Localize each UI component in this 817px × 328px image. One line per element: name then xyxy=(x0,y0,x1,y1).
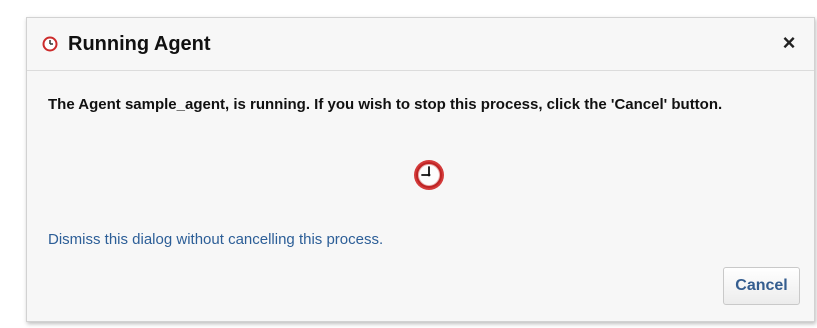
clock-icon xyxy=(411,157,447,193)
dialog-header: Running Agent × xyxy=(27,18,814,71)
dialog-title: Running Agent xyxy=(68,33,211,55)
dismiss-dialog-link[interactable]: Dismiss this dialog without cancelling t… xyxy=(48,230,383,250)
running-agent-dialog: Running Agent × The Agent sample_agent, … xyxy=(26,17,815,322)
cancel-button[interactable]: Cancel xyxy=(723,267,800,305)
running-message: The Agent sample_agent, is running. If y… xyxy=(48,96,723,113)
close-icon[interactable]: × xyxy=(778,31,800,55)
clock-icon xyxy=(42,36,58,52)
